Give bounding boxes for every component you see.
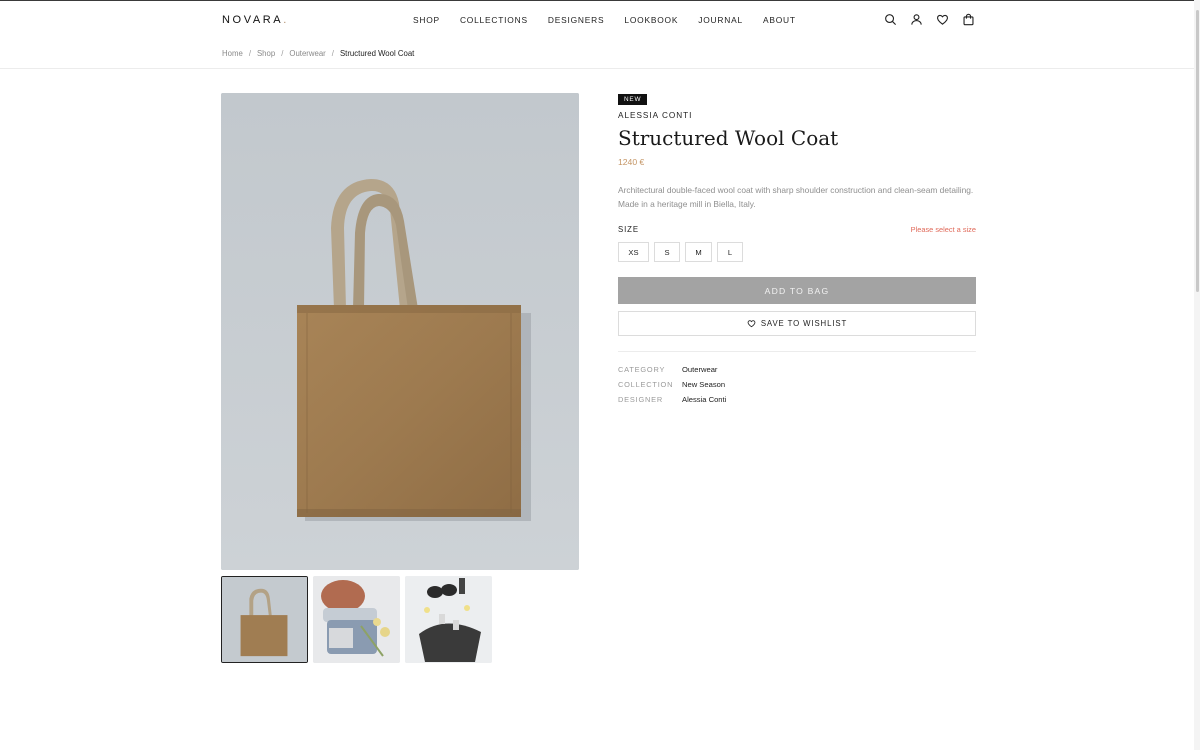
header-icons <box>884 13 975 26</box>
nav-lookbook[interactable]: LOOKBOOK <box>624 15 678 25</box>
thumbnail-knit-hat[interactable] <box>313 576 400 663</box>
user-icon[interactable] <box>910 13 923 26</box>
details-divider <box>618 351 976 352</box>
breadcrumb-separator: / <box>281 49 284 58</box>
nav-about[interactable]: ABOUT <box>763 15 796 25</box>
detail-label: CATEGORY <box>618 365 666 374</box>
size-warning: Please select a size <box>910 225 976 234</box>
nav-journal[interactable]: JOURNAL <box>698 15 743 25</box>
main-product-image[interactable] <box>221 93 579 570</box>
product-designer[interactable]: ALESSIA CONTI <box>618 111 692 120</box>
knit-hat-thumb-image <box>313 576 400 663</box>
detail-row-category: CATEGORY Outerwear <box>618 362 726 377</box>
product-details: CATEGORY Outerwear COLLECTION New Season… <box>618 362 726 407</box>
product-title: Structured Wool Coat <box>618 126 839 150</box>
tote-bag-image <box>221 93 579 570</box>
search-icon[interactable] <box>884 13 897 26</box>
detail-label: COLLECTION <box>618 380 674 389</box>
save-to-wishlist-button[interactable]: SAVE TO WISHLIST <box>618 311 976 336</box>
detail-label: DESIGNER <box>618 395 664 404</box>
thumbnail-strip <box>221 576 492 663</box>
add-to-bag-label: ADD TO BAG <box>764 285 830 296</box>
brand-dot: . <box>283 14 289 26</box>
detail-value: New Season <box>682 380 726 389</box>
size-xs-button[interactable]: XS <box>618 242 649 262</box>
main-nav: SHOP COLLECTIONS DESIGNERS LOOKBOOK JOUR… <box>413 15 796 25</box>
detail-value: Outerwear <box>682 365 718 374</box>
thumbnail-accessories[interactable] <box>405 576 492 663</box>
size-label: SIZE <box>618 225 639 234</box>
size-m-button[interactable]: M <box>685 242 712 262</box>
nav-shop[interactable]: SHOP <box>413 15 440 25</box>
brand-name: NOVARA <box>222 14 284 26</box>
tote-bag-thumb-image <box>222 577 307 662</box>
nav-collections[interactable]: COLLECTIONS <box>460 15 528 25</box>
breadcrumb-home[interactable]: Home <box>222 49 243 58</box>
bag-icon[interactable] <box>962 13 975 26</box>
heart-icon <box>747 319 756 328</box>
scrollbar-thumb[interactable] <box>1196 10 1199 292</box>
size-l-button[interactable]: L <box>717 242 743 262</box>
detail-row-designer: DESIGNER Alessia Conti <box>618 392 726 407</box>
accessories-thumb-image <box>405 576 492 663</box>
size-s-button[interactable]: S <box>654 242 680 262</box>
product-price: 1240 € <box>618 157 645 167</box>
breadcrumb-separator: / <box>331 49 334 58</box>
product-description: Architectural double-faced wool coat wit… <box>618 185 974 209</box>
detail-value: Alessia Conti <box>682 395 727 404</box>
save-to-wishlist-label: SAVE TO WISHLIST <box>760 319 848 328</box>
thumbnail-tote-bag[interactable] <box>221 576 308 663</box>
header-divider <box>0 68 1194 69</box>
size-selector: XS S M L <box>618 242 743 262</box>
breadcrumb-current: Structured Wool Coat <box>339 49 415 58</box>
breadcrumb-separator: / <box>248 49 251 58</box>
breadcrumb-outerwear[interactable]: Outerwear <box>289 49 325 58</box>
nav-designers[interactable]: DESIGNERS <box>548 15 605 25</box>
brand-logo[interactable]: NOVARA. <box>222 14 289 26</box>
heart-icon[interactable] <box>936 13 949 26</box>
add-to-bag-button[interactable]: ADD TO BAG <box>618 277 976 304</box>
breadcrumb: Home / Shop / Outerwear / Structured Woo… <box>222 49 414 58</box>
detail-row-collection: COLLECTION New Season <box>618 377 726 392</box>
new-badge: NEW <box>618 94 648 105</box>
site-header: NOVARA. SHOP COLLECTIONS DESIGNERS LOOKB… <box>0 1 1194 39</box>
breadcrumb-shop[interactable]: Shop <box>257 49 275 58</box>
